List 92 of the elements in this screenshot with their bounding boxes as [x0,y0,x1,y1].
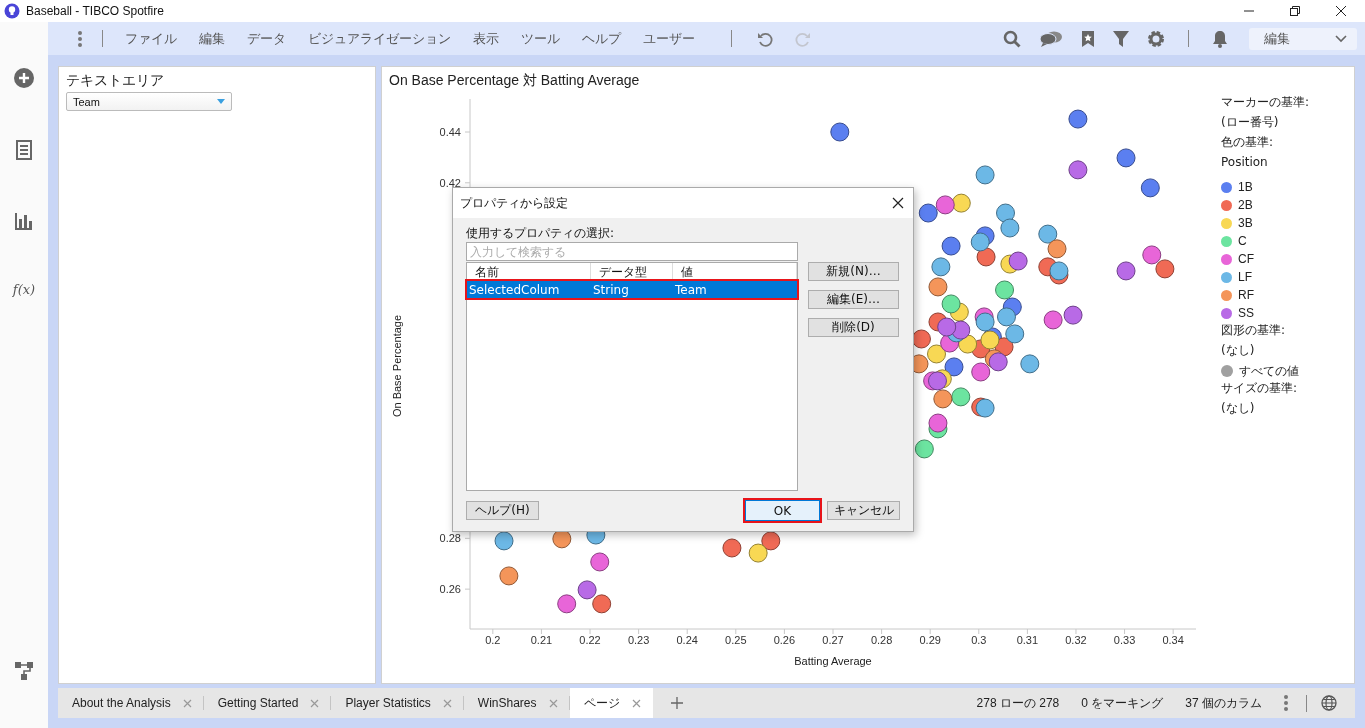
tick-label: 0.24 [676,634,698,646]
tick-label: 0.27 [822,634,844,646]
comments-icon[interactable] [1039,30,1063,47]
formula-label[interactable]: f(x) [12,282,36,297]
menu-item[interactable]: ビジュアライゼーション [308,29,451,48]
legend-label: 2B [1238,198,1253,212]
tick-label: 0.42 [439,176,461,189]
legend-text: (なし) [1221,342,1256,359]
tick-label: 0.32 [1065,634,1087,646]
legend-heading: サイズの基準: [1221,380,1299,397]
page-tab[interactable]: ページ [569,688,653,718]
app-icon [4,3,20,19]
settings-icon[interactable] [1147,29,1165,48]
more-icon[interactable] [1284,695,1288,711]
page-tab[interactable]: Player Statistics [331,688,464,718]
panel-title: テキストエリア [66,72,165,90]
menu-item[interactable]: データ [247,29,286,48]
list-icon[interactable] [16,140,32,160]
menu-item[interactable]: 編集 [199,29,225,48]
menu-item[interactable]: 表示 [473,29,499,48]
tick-label: 0.26 [773,634,796,646]
help-button[interactable]: ヘルプ(H) [466,501,539,520]
legend-label: 1B [1238,180,1253,194]
side-button[interactable]: 新規(N)… [808,262,899,281]
cancel-button[interactable]: キャンセル [827,501,900,520]
tick-label: 0.33 [1113,634,1136,646]
bar-chart-icon[interactable] [15,212,33,230]
tick-label: 0.29 [919,634,941,646]
legend-label: 3B [1238,216,1253,230]
tick-label: 0.44 [439,126,461,138]
dialog-title: プロパティから設定 [460,194,568,212]
axis-title: On Base Percentage [391,314,403,418]
status-text: 37 個のカラム [1185,694,1262,712]
close-icon[interactable] [892,197,904,209]
tick-label: 0.23 [627,634,650,646]
menu-item[interactable]: ファイル [125,29,177,48]
notification-icon[interactable] [1212,29,1228,48]
mode-dropdown[interactable]: 編集 [1249,27,1357,50]
side-button[interactable]: 編集(E)… [808,290,899,309]
tick-label: 0.21 [530,634,553,646]
search-icon[interactable] [1003,29,1021,48]
undo-icon[interactable] [757,30,773,47]
more-icon[interactable] [78,30,82,47]
tick-label: 0.22 [579,634,601,646]
status-text: 278 ローの 278 [976,694,1060,712]
legend-heading: 色の基準: [1221,134,1275,151]
tick-label: 0.2 [485,634,501,646]
chevron-down-icon [1335,34,1347,43]
tick-label: 0.31 [1016,634,1039,646]
close-icon[interactable] [1335,5,1347,17]
legend-label: CF [1238,252,1254,266]
page-tab[interactable]: WinShares [463,688,570,718]
caret-icon [217,99,225,104]
tick-label: 0.3 [971,634,987,646]
legend-text: (なし) [1221,400,1256,417]
status-text: 0 をマーキング [1081,694,1164,712]
legend-label: すべての値 [1239,362,1299,380]
bookmark-icon[interactable] [1081,29,1095,48]
tick-label: 0.26 [439,583,461,596]
tick-label: 0.28 [870,634,893,646]
tick-label: 0.34 [1162,634,1184,646]
legend-text: (ロー番号) [1221,114,1280,131]
add-page-icon[interactable] [670,697,683,709]
add-icon[interactable] [14,68,34,88]
page-tab[interactable]: About the Analysis [58,688,204,718]
chart-title: On Base Percentage 対 Batting Average [388,72,641,90]
legend-heading: マーカーの基準: [1221,94,1310,111]
legend-dot [1221,365,1233,377]
legend-text: Position [1221,154,1269,171]
legend-label: RF [1238,288,1254,302]
prompt-label: 使用するプロパティの選択: [466,225,616,242]
team-dropdown[interactable]: Team [66,92,232,111]
axis-title: Batting Average [794,655,872,667]
hierarchy-icon[interactable] [14,661,34,681]
window-title: Baseball - TIBCO Spotfire [26,4,164,18]
legend-label: C [1238,234,1247,248]
legend-label: LF [1238,270,1252,284]
globe-icon[interactable] [1321,695,1337,711]
menu-item[interactable]: ツール [521,29,560,48]
tick-label: 0.28 [439,532,461,545]
ok-button[interactable]: OK [745,500,820,521]
menu-item[interactable]: ユーザー [643,29,695,48]
filter-icon[interactable] [1113,29,1129,48]
legend-heading: 図形の基準: [1221,322,1287,339]
menu-item[interactable]: ヘルプ [582,29,621,48]
legend-label: SS [1238,306,1254,320]
tick-label: 0.25 [725,634,747,646]
page-tab[interactable]: Getting Started [203,688,332,718]
side-button[interactable]: 削除(D) [808,318,899,337]
search-field[interactable]: 入力して検索する [466,242,798,261]
table-row[interactable]: SelectedColum String Team [467,281,797,298]
restore-icon[interactable] [1289,5,1301,17]
